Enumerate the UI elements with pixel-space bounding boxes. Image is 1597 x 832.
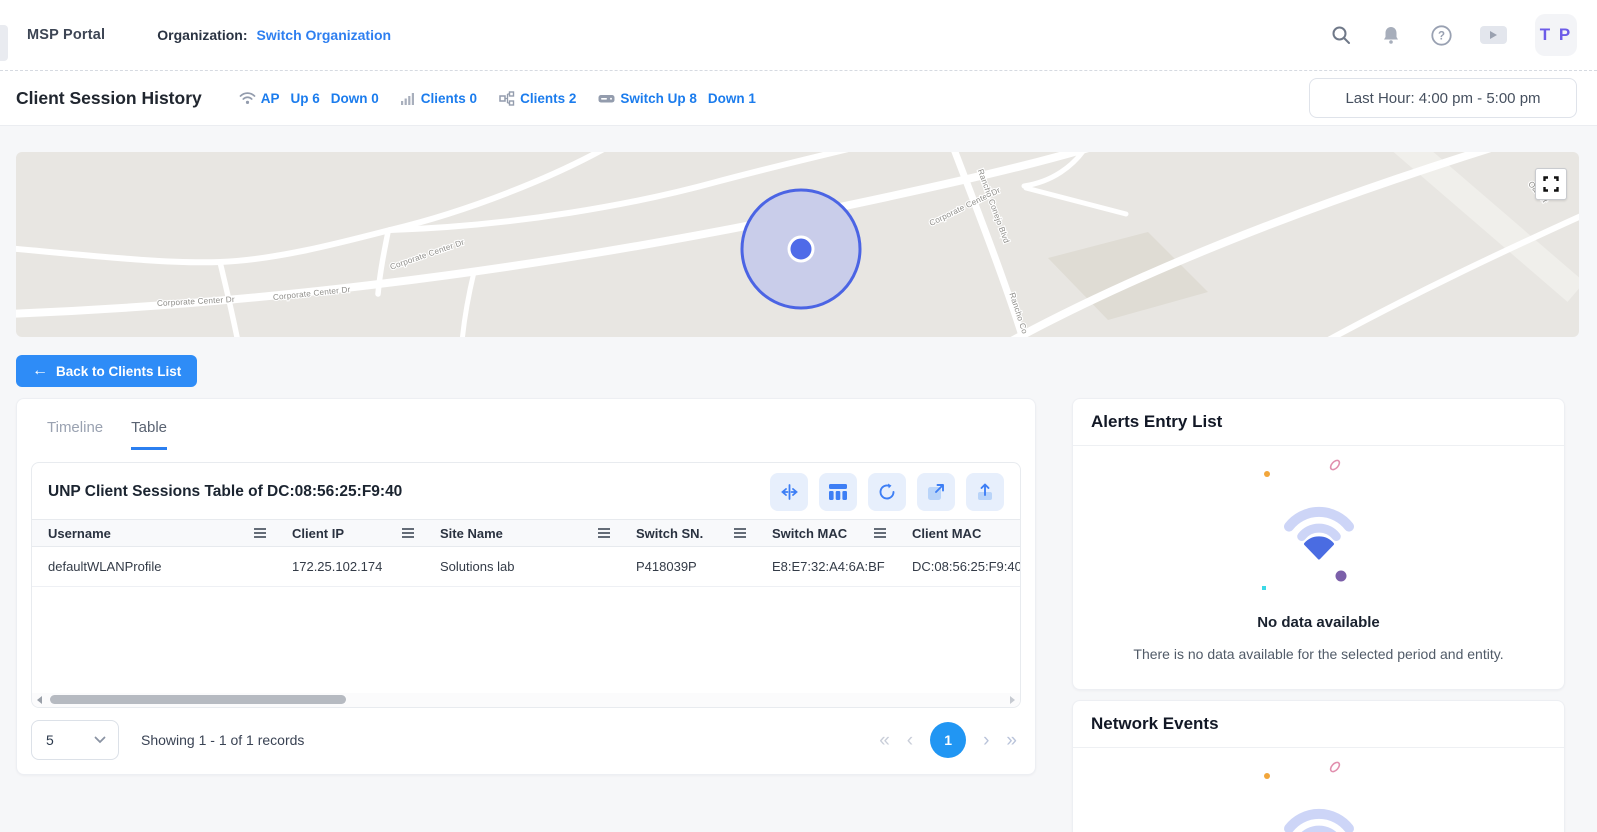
svg-text:Corporate Center Dr: Corporate Center Dr xyxy=(272,285,351,302)
scroll-left-arrow-icon[interactable] xyxy=(37,696,42,704)
col-switch-sn: Switch SN. xyxy=(636,526,703,541)
columns-button[interactable] xyxy=(819,473,857,511)
search-icon[interactable] xyxy=(1330,24,1352,46)
no-data-message: There is no data available for the selec… xyxy=(1133,646,1503,662)
map-location-marker[interactable] xyxy=(789,237,813,261)
sessions-table-panel: UNP Client Sessions Table of DC:08:56:25… xyxy=(31,462,1021,708)
column-menu-icon[interactable] xyxy=(734,528,746,538)
pagination-page-1[interactable]: 1 xyxy=(930,722,966,758)
horizontal-scrollbar[interactable] xyxy=(32,693,1020,707)
column-menu-icon[interactable] xyxy=(874,528,886,538)
map-fullscreen-button[interactable] xyxy=(1535,168,1567,200)
page-size-select[interactable]: 5 xyxy=(31,720,119,760)
sessions-card: Timeline Table UNP Client Sessions Table… xyxy=(16,398,1036,775)
right-column: Alerts Entry List No data available Ther… xyxy=(1072,398,1565,832)
tab-table[interactable]: Table xyxy=(131,419,167,450)
chevron-down-icon xyxy=(94,736,106,744)
ap-clients-chip[interactable]: Clients 0 xyxy=(401,91,477,106)
organization-switch-link[interactable]: Switch Organization xyxy=(257,27,392,43)
cell-client-ip: 172.25.102.174 xyxy=(276,559,424,574)
back-arrow-icon: ← xyxy=(32,363,48,379)
table-header-row: Username Client IP Site Name Switch SN. … xyxy=(32,519,1020,547)
video-tour-icon[interactable] xyxy=(1480,26,1507,44)
events-panel-title: Network Events xyxy=(1073,701,1564,748)
cell-site-name: Solutions lab xyxy=(424,559,620,574)
no-data-wifi-illustration xyxy=(1239,756,1399,832)
no-data-title: No data available xyxy=(1257,614,1380,631)
network-events-card: Network Events xyxy=(1072,700,1565,832)
table-empty-area xyxy=(32,587,1020,707)
cell-switch-mac: E8:E7:32:A4:6A:BF xyxy=(756,559,896,574)
map-canvas: Corporate Center Dr Corporate Center Dr … xyxy=(16,152,1579,337)
organization-label: Organization: Switch Organization xyxy=(157,27,391,43)
table-toolbar xyxy=(770,473,1004,511)
header-actions: ? T P xyxy=(1330,14,1577,56)
cell-switch-sn: P418039P xyxy=(620,559,756,574)
map[interactable]: Corporate Center Dr Corporate Center Dr … xyxy=(16,152,1579,337)
switch-icon xyxy=(598,92,615,105)
col-username: Username xyxy=(48,526,111,541)
app-header: MSP Portal Organization: Switch Organizat… xyxy=(0,0,1597,71)
pagination-next-button[interactable]: › xyxy=(983,731,989,750)
fit-columns-icon xyxy=(780,484,799,500)
col-client-ip: Client IP xyxy=(292,526,344,541)
signal-bars-icon xyxy=(401,92,416,105)
fullscreen-icon xyxy=(1543,176,1559,192)
switch-status-chip[interactable]: Switch Up 8 Down 1 xyxy=(598,91,756,106)
refresh-button[interactable] xyxy=(868,473,906,511)
column-menu-icon[interactable] xyxy=(598,528,610,538)
no-data-wifi-illustration xyxy=(1239,454,1399,604)
cell-username: defaultWLANProfile xyxy=(32,559,276,574)
tab-timeline[interactable]: Timeline xyxy=(47,419,103,450)
page-title: Client Session History xyxy=(16,88,202,109)
user-avatar[interactable]: T P xyxy=(1535,14,1577,56)
ap-status-chip[interactable]: AP Up 6 Down 0 xyxy=(239,91,379,106)
table-row[interactable]: defaultWLANProfile 172.25.102.174 Soluti… xyxy=(32,547,1020,587)
app-brand: MSP Portal xyxy=(27,27,105,43)
records-summary: Showing 1 - 1 of 1 records xyxy=(141,732,304,748)
refresh-icon xyxy=(878,483,896,501)
switch-clients-chip[interactable]: Clients 2 xyxy=(499,91,576,106)
alerts-no-data: No data available There is no data avail… xyxy=(1073,446,1564,662)
col-site-name: Site Name xyxy=(440,526,503,541)
status-chips: AP Up 6 Down 0 Clients 0 Clients 2 Switc… xyxy=(239,91,756,106)
wifi-icon xyxy=(239,91,256,105)
export-icon xyxy=(976,483,994,501)
pagination-last-button[interactable]: » xyxy=(1006,731,1017,750)
open-in-new-icon xyxy=(927,483,945,501)
alerts-entry-list-card: Alerts Entry List No data available Ther… xyxy=(1072,398,1565,690)
pagination: « ‹ 1 › » xyxy=(879,722,1021,758)
column-menu-icon[interactable] xyxy=(254,528,266,538)
cell-client-mac: DC:08:56:25:F9:40 xyxy=(896,559,1020,574)
pagination-first-button[interactable]: « xyxy=(879,731,890,750)
pagination-prev-button[interactable]: ‹ xyxy=(907,731,913,750)
columns-icon xyxy=(829,484,847,500)
col-client-mac: Client MAC xyxy=(912,526,981,541)
events-no-data xyxy=(1073,748,1564,832)
notifications-bell-icon[interactable] xyxy=(1380,24,1402,46)
open-in-new-button[interactable] xyxy=(917,473,955,511)
column-menu-icon[interactable] xyxy=(402,528,414,538)
svg-text:?: ? xyxy=(1437,30,1444,42)
export-button[interactable] xyxy=(966,473,1004,511)
scrollbar-thumb[interactable] xyxy=(50,695,346,704)
fit-columns-button[interactable] xyxy=(770,473,808,511)
view-tabs: Timeline Table xyxy=(31,413,1021,450)
sessions-table-title: UNP Client Sessions Table of DC:08:56:25… xyxy=(48,483,402,501)
svg-text:Rancho Conejo Blvd: Rancho Conejo Blvd xyxy=(976,168,1011,245)
alerts-panel-title: Alerts Entry List xyxy=(1073,399,1564,446)
svg-text:Corporate Center Dr: Corporate Center Dr xyxy=(389,238,466,272)
back-to-clients-button[interactable]: ← Back to Clients List xyxy=(16,355,197,387)
time-range-selector[interactable]: Last Hour: 4:00 pm - 5:00 pm xyxy=(1309,78,1577,118)
scroll-right-arrow-icon[interactable] xyxy=(1010,696,1015,704)
title-bar: Client Session History AP Up 6 Down 0 Cl… xyxy=(0,71,1597,126)
help-icon[interactable]: ? xyxy=(1430,24,1452,46)
table-footer: 5 Showing 1 - 1 of 1 records « ‹ 1 › » xyxy=(31,720,1021,760)
col-switch-mac: Switch MAC xyxy=(772,526,847,541)
organization-label-text: Organization: xyxy=(157,27,247,43)
sidebar-toggle[interactable] xyxy=(0,25,8,61)
topology-icon xyxy=(499,91,515,106)
